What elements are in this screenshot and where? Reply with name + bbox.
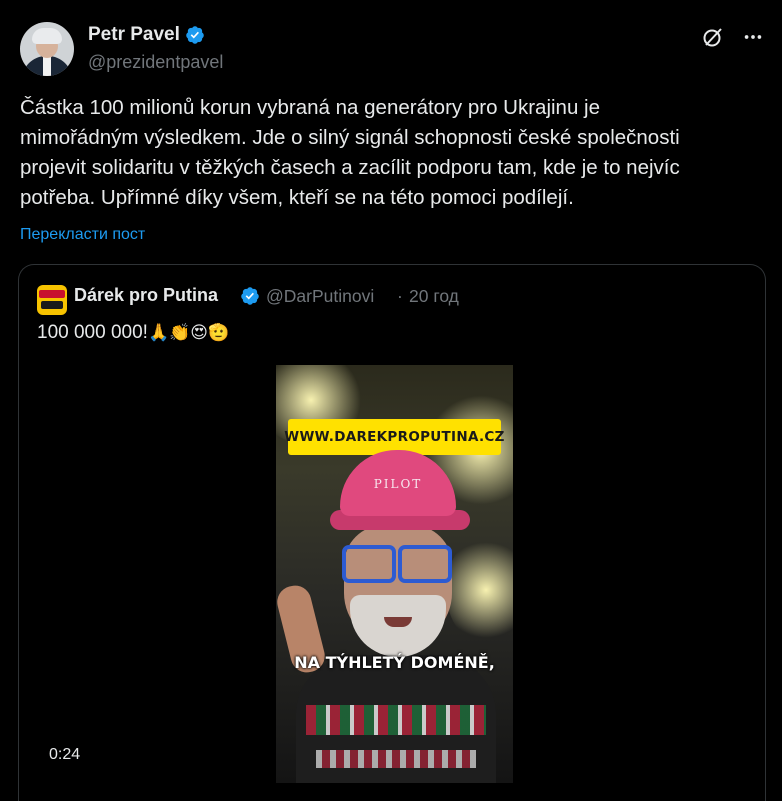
sweater-pattern — [316, 750, 476, 768]
quoted-tweet-card[interactable]: Dárek pro Putina @DarPutinovi · 20 год 1… — [18, 264, 766, 801]
cap-logo-text: PILOT — [373, 477, 423, 491]
verified-badge-icon — [241, 287, 259, 305]
background-light — [446, 535, 513, 645]
video-player[interactable]: WWW.DAREKPROPUTINA.CZ PILOT NA TÝHLETÝ D… — [276, 365, 513, 783]
grok-icon[interactable] — [700, 24, 726, 50]
video-duration: 0:24 — [49, 746, 81, 763]
verified-badge-icon — [186, 26, 204, 44]
avatar-hair-shape — [32, 28, 62, 44]
author-handle[interactable]: @prezidentpavel — [88, 52, 223, 73]
more-options-button[interactable] — [740, 24, 766, 50]
quoted-timestamp[interactable]: 20 год — [409, 286, 459, 307]
glasses-left-lens — [342, 545, 396, 583]
glasses-right-lens — [398, 545, 452, 583]
quoted-author-name[interactable]: Dárek pro Putina — [74, 285, 218, 306]
quoted-emojis: 🙏👏😍🫡 — [147, 323, 230, 343]
author-name[interactable]: Petr Pavel — [88, 24, 180, 46]
author-avatar[interactable] — [20, 22, 74, 76]
avatar-logo-band-red — [39, 290, 65, 298]
avatar-logo-band-dark — [41, 301, 63, 309]
sweater-pattern — [306, 705, 486, 735]
quoted-text: 100 000 000!🙏👏😍🫡 — [37, 322, 229, 344]
quoted-author-avatar[interactable] — [37, 285, 67, 315]
tweet-actions-top — [700, 24, 766, 50]
video-subtitle: NA TÝHLETÝ DOMÉNĚ, — [294, 653, 495, 672]
meta-separator: · — [397, 286, 403, 306]
translate-post-link[interactable]: Перекласти пост — [20, 226, 145, 244]
quoted-text-main: 100 000 000! — [37, 322, 148, 343]
more-horizontal-icon — [744, 35, 762, 39]
quoted-author-handle[interactable]: @DarPutinovi — [266, 286, 374, 307]
grok-slash-circle-icon — [703, 28, 722, 47]
avatar-shirt-shape — [43, 56, 51, 76]
tweet-text: Částka 100 milionů korun vybraná na gene… — [20, 96, 680, 209]
